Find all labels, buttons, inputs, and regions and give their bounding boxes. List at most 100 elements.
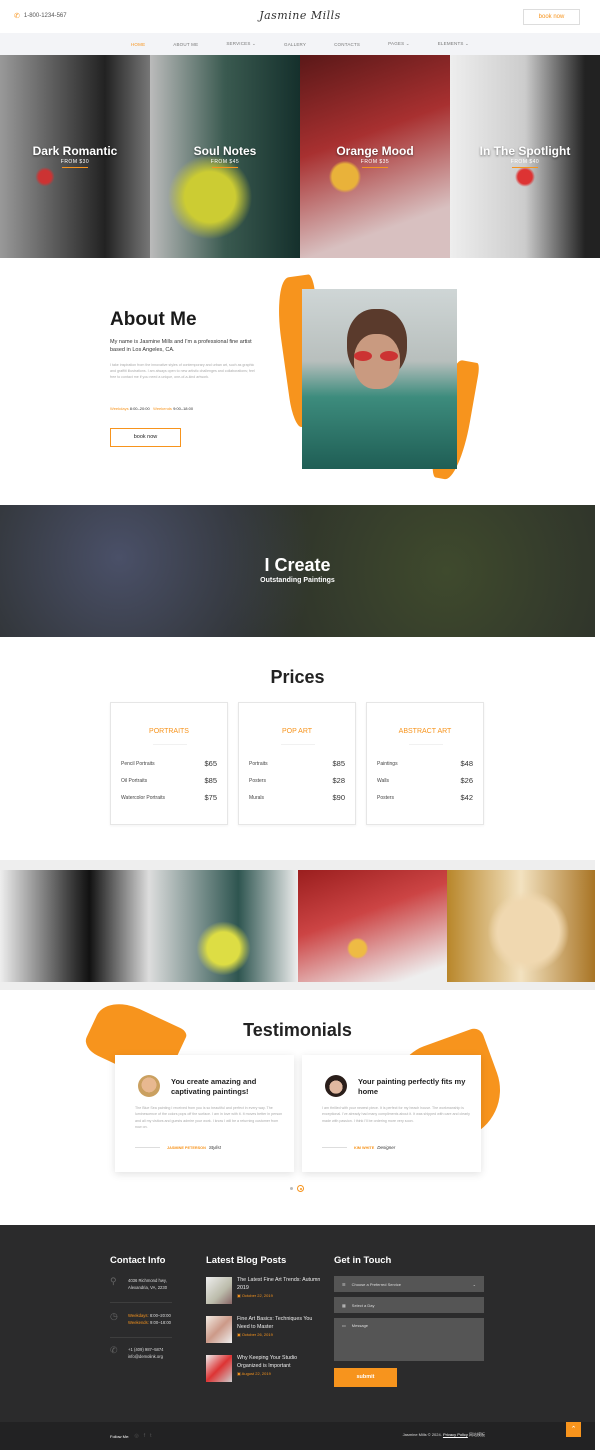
testimonial-author: JASMINE PETERSON Stylist bbox=[135, 1145, 221, 1150]
price-row: Posters $28 bbox=[249, 776, 345, 785]
contact-hours: ◷ Weekdays: 8:00–20:00 Weekends: 9:00–18:0… bbox=[110, 1311, 172, 1325]
day-input[interactable]: ▦ Select a Day bbox=[334, 1297, 484, 1313]
about-hours: Weekdays 8:00–20:00 Weekends 9:00–18:00 bbox=[110, 406, 194, 411]
scroll-to-top-button[interactable]: ⌃ bbox=[566, 1422, 581, 1437]
message-textarea[interactable]: ▭ Message bbox=[334, 1318, 484, 1361]
hero-panel-dark-romantic[interactable]: Dark Romantic FROM $30 bbox=[0, 55, 150, 258]
blog-post[interactable]: Fine Art Basics: Techniques You Need to … bbox=[206, 1316, 321, 1343]
gallery-image[interactable] bbox=[298, 870, 447, 982]
nav-pages[interactable]: PAGES ⌄ bbox=[388, 41, 410, 47]
panel-title: Orange Mood bbox=[336, 144, 414, 158]
panel-price: FROM $45 bbox=[210, 159, 240, 165]
gallery-image[interactable] bbox=[149, 870, 298, 982]
price-row: Oil Portraits $85 bbox=[121, 776, 217, 785]
gallery-image[interactable] bbox=[447, 870, 595, 982]
calendar-icon: ▣ bbox=[237, 1293, 241, 1298]
blog-post-title[interactable]: Why Keeping Your Studio Organized is Imp… bbox=[237, 1355, 321, 1370]
contact-email[interactable]: info@demolink.org bbox=[128, 1354, 163, 1359]
twitter-icon[interactable]: t bbox=[150, 1433, 151, 1439]
calendar-icon: ▣ bbox=[237, 1332, 241, 1337]
calendar-icon: ▣ bbox=[237, 1371, 241, 1376]
testimonial-title: Your painting perfectly fits my home bbox=[358, 1077, 466, 1096]
blog-post[interactable]: Why Keeping Your Studio Organized is Imp… bbox=[206, 1355, 321, 1382]
privacy-link[interactable]: Privacy Policy bbox=[443, 1432, 468, 1437]
message-icon: ▭ bbox=[342, 1323, 346, 1328]
testimonial-body: The Blue Sea painting I received from yo… bbox=[135, 1106, 283, 1129]
extra-link[interactable]: 网站模板 bbox=[469, 1432, 485, 1437]
divider bbox=[512, 167, 538, 168]
carousel-dot-active[interactable] bbox=[297, 1185, 304, 1192]
about-book-button[interactable]: book now bbox=[110, 428, 181, 447]
hero-panel-in-the-spotlight[interactable]: In The Spotlight FROM $40 bbox=[450, 55, 600, 258]
nav-elements[interactable]: ELEMENTS ⌄ bbox=[438, 41, 469, 47]
submit-button[interactable]: submit bbox=[334, 1368, 397, 1387]
divider bbox=[362, 167, 388, 168]
price-row: Portraits $85 bbox=[249, 759, 345, 768]
hero-panel-orange-mood[interactable]: Orange Mood FROM $35 bbox=[300, 55, 450, 258]
contact-address: ⚲ 4036 Richmond hwy, Alexandria, VA, 2230 bbox=[110, 1276, 168, 1290]
testimonial-body: I am thrilled with your newest piece. It… bbox=[322, 1106, 470, 1123]
logo[interactable]: Jasmine Mills bbox=[0, 9, 600, 22]
hero-gallery: Dark Romantic FROM $30 Soul Notes FROM $45… bbox=[0, 55, 600, 258]
blog-post-title[interactable]: Fine Art Basics: Techniques You Need to … bbox=[237, 1316, 321, 1331]
chevron-down-icon: ⌄ bbox=[472, 1281, 476, 1287]
carousel-dots bbox=[290, 1185, 304, 1192]
main-nav: HOME ABOUT ME SERVICES ⌄ GALLERY CONTACT… bbox=[0, 33, 600, 55]
nav-home[interactable]: HOME bbox=[131, 42, 145, 47]
panel-title: In The Spotlight bbox=[479, 144, 571, 158]
book-now-button[interactable]: book now bbox=[523, 9, 580, 25]
testimonial-title: You create amazing and captivating paint… bbox=[171, 1077, 257, 1096]
nav-services[interactable]: SERVICES ⌄ bbox=[226, 41, 256, 47]
panel-price: FROM $35 bbox=[360, 159, 390, 165]
blog-thumbnail[interactable] bbox=[206, 1355, 232, 1382]
nav-gallery[interactable]: GALLERY bbox=[284, 42, 306, 47]
footer-bottom-bar bbox=[0, 1422, 595, 1450]
gallery-image[interactable] bbox=[0, 870, 149, 982]
facebook-icon[interactable]: f bbox=[144, 1433, 145, 1439]
hero-panel-soul-notes[interactable]: Soul Notes FROM $45 bbox=[150, 55, 300, 258]
about-body: I take inspiration from the innovative s… bbox=[110, 363, 255, 379]
price-card: PORTRAITS Pencil Portraits $65 Oil Portrait… bbox=[110, 702, 228, 825]
contact-title: Contact Info bbox=[110, 1255, 166, 1266]
nav-contacts[interactable]: CONTACTS bbox=[334, 42, 360, 47]
panel-price: FROM $40 bbox=[510, 159, 540, 165]
price-row: Murals $90 bbox=[249, 793, 345, 802]
about-title: About Me bbox=[110, 309, 197, 330]
nav-about[interactable]: ABOUT ME bbox=[173, 42, 198, 47]
panel-title: Dark Romantic bbox=[32, 144, 118, 158]
price-card-title: PORTRAITS bbox=[149, 728, 189, 735]
avatar bbox=[138, 1075, 160, 1097]
divider bbox=[110, 1302, 172, 1303]
about-lead: My name is Jasmine Mills and I'm a profe… bbox=[110, 339, 252, 353]
list-icon: ☰ bbox=[342, 1281, 346, 1287]
blog-post[interactable]: The Latest Fine Art Trends: Autumn 2019 ▣… bbox=[206, 1277, 321, 1304]
blog-thumbnail[interactable] bbox=[206, 1316, 232, 1343]
contact-phone[interactable]: +1 (409) 987–5874 bbox=[128, 1347, 164, 1352]
price-row: Watercolor Portraits $75 bbox=[121, 793, 217, 802]
copyright: Jasmine Mills © 2024. Privacy Policy 网站模… bbox=[402, 1432, 485, 1437]
divider bbox=[110, 1337, 172, 1338]
price-row: Paintings $48 bbox=[377, 759, 473, 768]
phone-icon: ✆ bbox=[110, 1345, 118, 1355]
divider bbox=[281, 744, 315, 745]
price-card-title: ABSTRACT ART bbox=[398, 728, 452, 735]
panel-title: Soul Notes bbox=[193, 144, 257, 158]
divider bbox=[153, 744, 187, 745]
carousel-dot[interactable] bbox=[290, 1187, 293, 1190]
blog-title: Latest Blog Posts bbox=[206, 1255, 287, 1266]
price-row: Pencil Portraits $65 bbox=[121, 759, 217, 768]
banner-title: I Create bbox=[264, 555, 331, 575]
site-header: ✆ 1-800-1234-567 Jasmine Mills book now bbox=[0, 0, 600, 33]
testimonial-card: You create amazing and captivating paint… bbox=[115, 1055, 294, 1172]
avatar bbox=[325, 1075, 347, 1097]
divider bbox=[409, 744, 443, 745]
price-card: POP ART Portraits $85 Posters $28 Murals $90 bbox=[238, 702, 356, 825]
blog-post-title[interactable]: The Latest Fine Art Trends: Autumn 2019 bbox=[237, 1277, 321, 1292]
blog-thumbnail[interactable] bbox=[206, 1277, 232, 1304]
price-row: Walls $26 bbox=[377, 776, 473, 785]
testimonial-card: Your painting perfectly fits my home I am… bbox=[302, 1055, 481, 1172]
instagram-icon[interactable]: ◎ bbox=[134, 1433, 138, 1439]
follow-me: Follow Me: ◎ f t bbox=[110, 1433, 152, 1439]
service-select[interactable]: ☰ Choose a Preferred Service ⌄ bbox=[334, 1276, 484, 1292]
calendar-icon: ▦ bbox=[342, 1302, 346, 1308]
